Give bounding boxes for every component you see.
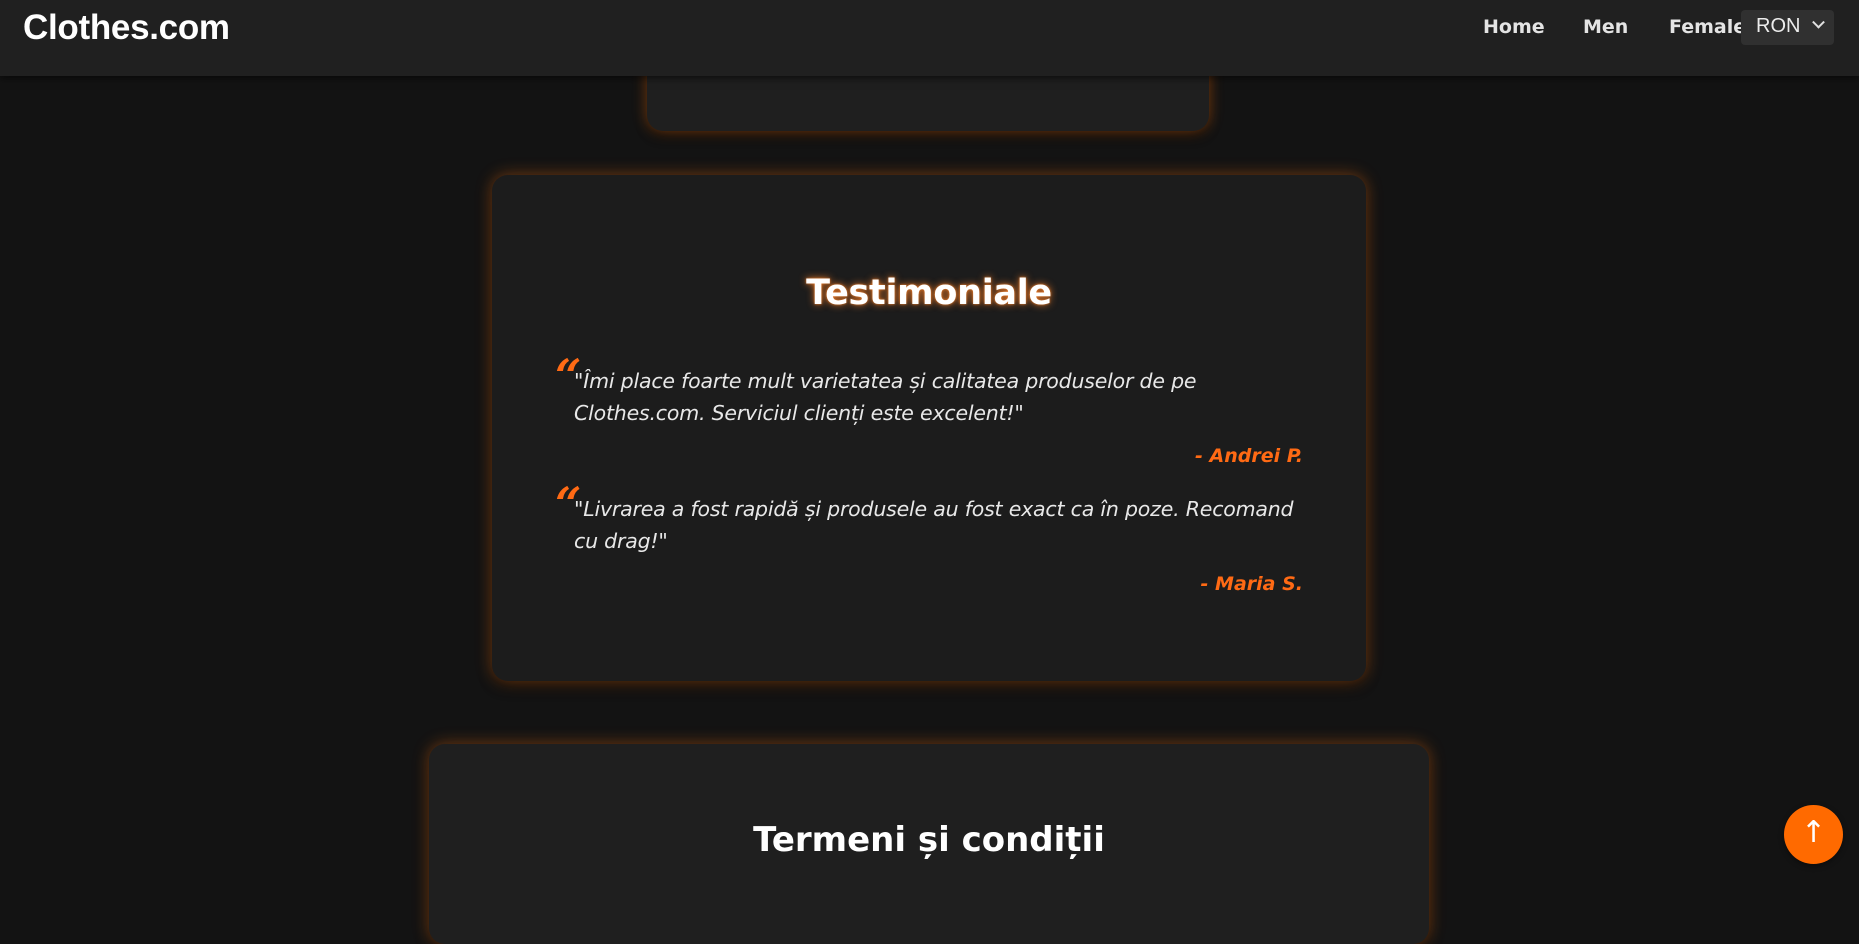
scroll-to-top-button[interactable]: ↑ xyxy=(1784,805,1843,864)
testimonial-quote: "Îmi place foarte mult varietatea și cal… xyxy=(574,369,1197,425)
brand-logo-link[interactable]: Clothes.com xyxy=(23,8,230,48)
testimonials-card: Testimoniale “ "Îmi place foarte mult va… xyxy=(492,175,1366,681)
nav-female-link[interactable]: Female xyxy=(1669,16,1746,38)
terms-title: Termeni și condiții xyxy=(753,820,1105,860)
testimonial-author: - Andrei P. xyxy=(1195,445,1303,467)
testimonial-quote: "Livrarea a fost rapidă și produsele au … xyxy=(574,497,1294,553)
currency-select[interactable]: RON xyxy=(1741,10,1834,45)
arrow-up-icon: ↑ xyxy=(1800,815,1827,850)
nav-home-link[interactable]: Home xyxy=(1483,16,1545,38)
testimonials-title: Testimoniale xyxy=(806,273,1052,313)
chevron-down-icon xyxy=(1812,15,1825,29)
currency-selected-value: RON xyxy=(1756,15,1801,37)
testimonial-author: - Maria S. xyxy=(1200,573,1303,595)
terms-card: Termeni și condiții xyxy=(429,744,1429,944)
nav-men-link[interactable]: Men xyxy=(1583,16,1628,38)
navbar: Clothes.com Home Men Female RON xyxy=(0,0,1859,76)
